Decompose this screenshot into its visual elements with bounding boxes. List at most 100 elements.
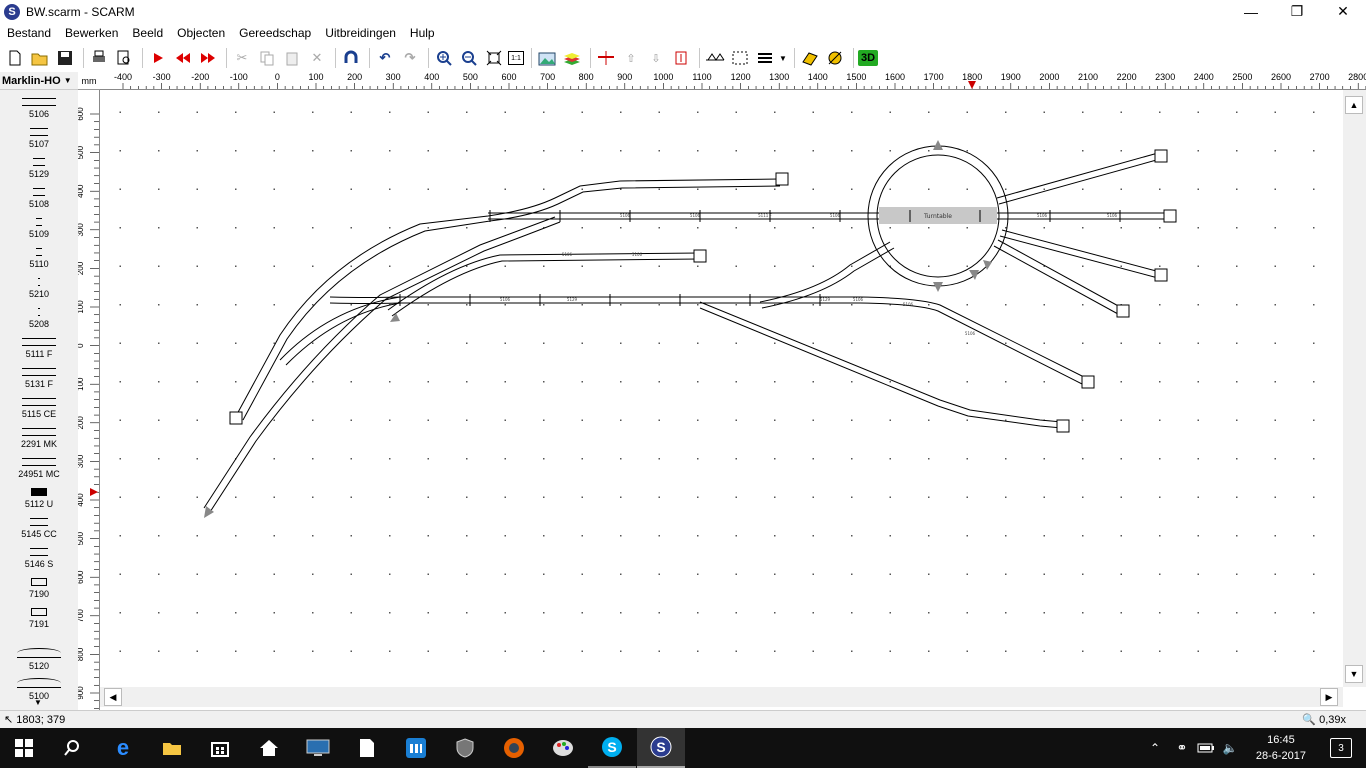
- monitor-icon[interactable]: [294, 728, 342, 768]
- volume-icon[interactable]: 🔈: [1218, 728, 1242, 768]
- store-icon[interactable]: [196, 728, 244, 768]
- horizontal-scrollbar[interactable]: ◀ ▶: [100, 687, 1343, 707]
- library-item-5129[interactable]: 5129: [0, 158, 78, 188]
- firefox-icon[interactable]: [490, 728, 538, 768]
- library-item-24951-mc[interactable]: 24951 MC: [0, 458, 78, 488]
- library-item-5110[interactable]: 5110: [0, 248, 78, 278]
- flex-track-icon[interactable]: ⇧: [620, 47, 642, 69]
- menu-bar: Bestand Bewerken Beeld Objecten Gereedsc…: [0, 23, 1366, 43]
- library-item-5120[interactable]: 5120: [0, 648, 78, 678]
- rewind-icon[interactable]: [172, 47, 194, 69]
- library-item-5108[interactable]: 5108: [0, 188, 78, 218]
- minimize-button[interactable]: —: [1228, 0, 1274, 23]
- library-item-2291-mk[interactable]: 2291 MK: [0, 428, 78, 458]
- 3d-view-icon[interactable]: 3D: [858, 50, 878, 66]
- scroll-down-button[interactable]: ▼: [1345, 665, 1363, 683]
- list-icon[interactable]: [754, 47, 776, 69]
- menu-objecten[interactable]: Objecten: [170, 26, 232, 40]
- copy-icon[interactable]: [256, 47, 278, 69]
- zoom-1to1-icon[interactable]: 1:1: [508, 51, 524, 65]
- print-icon[interactable]: [88, 47, 110, 69]
- maxthon-icon[interactable]: [392, 728, 440, 768]
- paste-icon[interactable]: [281, 47, 303, 69]
- layers-icon[interactable]: [561, 47, 583, 69]
- scroll-left-button[interactable]: ◀: [104, 688, 122, 706]
- library-item-label: 5110: [29, 259, 49, 269]
- undo-icon[interactable]: ↶: [374, 47, 396, 69]
- library-item-7190[interactable]: 7190: [0, 578, 78, 608]
- scarm-icon[interactable]: S: [637, 728, 685, 768]
- library-item-5115-ce[interactable]: 5115 CE: [0, 398, 78, 428]
- document-icon[interactable]: [343, 728, 391, 768]
- menu-hulp[interactable]: Hulp: [403, 26, 442, 40]
- delete-icon[interactable]: ✕: [306, 47, 328, 69]
- track-end-arrow: [933, 140, 943, 150]
- skype-icon[interactable]: S: [588, 728, 636, 768]
- open-icon[interactable]: [29, 47, 51, 69]
- print-preview-icon[interactable]: [113, 47, 135, 69]
- bridge-icon[interactable]: [704, 47, 726, 69]
- zoom-fit-icon[interactable]: [483, 47, 505, 69]
- vertical-scrollbar[interactable]: ▲ ▼: [1343, 90, 1366, 687]
- ruler-icon[interactable]: [824, 47, 846, 69]
- play-icon[interactable]: [147, 47, 169, 69]
- library-item-5106[interactable]: 5106: [0, 98, 78, 128]
- library-item-5146-s[interactable]: 5146 S: [0, 548, 78, 578]
- menu-gereedschap[interactable]: Gereedschap: [232, 26, 318, 40]
- library-more-icon[interactable]: ▼: [34, 698, 42, 707]
- close-button[interactable]: ✕: [1320, 0, 1366, 23]
- scroll-right-button[interactable]: ▶: [1320, 688, 1338, 706]
- zoom-out-icon[interactable]: [458, 47, 480, 69]
- tunnel-icon[interactable]: [729, 47, 751, 69]
- cut-icon[interactable]: ✂: [231, 47, 253, 69]
- save-icon[interactable]: [54, 47, 76, 69]
- show-hidden-icons-icon[interactable]: ⌃: [1140, 728, 1170, 768]
- library-item-5107[interactable]: 5107: [0, 128, 78, 158]
- notification-center-icon[interactable]: 3: [1330, 738, 1352, 758]
- system-clock[interactable]: 16:45 28-6-2017: [1256, 732, 1306, 764]
- library-item-5145-cc[interactable]: 5145 CC: [0, 518, 78, 548]
- ruler-tick-label: 300: [78, 223, 85, 237]
- forward-icon[interactable]: [197, 47, 219, 69]
- paint-icon[interactable]: [539, 728, 587, 768]
- ruler-tick-label: 2700: [1310, 72, 1330, 82]
- library-selector[interactable]: Marklin-HO ▼: [0, 72, 78, 90]
- battery-icon[interactable]: [1194, 728, 1218, 768]
- track-piece-icon: [22, 398, 56, 406]
- ruler-tick-label: 2100: [1078, 72, 1098, 82]
- library-item-7191[interactable]: 7191: [0, 608, 78, 638]
- menu-bewerken[interactable]: Bewerken: [58, 26, 125, 40]
- buffer-stop: [1163, 209, 1177, 223]
- scroll-up-button[interactable]: ▲: [1345, 96, 1363, 114]
- maximize-button[interactable]: ❐: [1274, 0, 1320, 23]
- network-icon[interactable]: ⚭: [1170, 728, 1194, 768]
- track-height-icon[interactable]: [595, 47, 617, 69]
- measure-icon[interactable]: [799, 47, 821, 69]
- library-item-5112-u[interactable]: 5112 U: [0, 488, 78, 518]
- zoom-in-icon[interactable]: [433, 47, 455, 69]
- library-item-5131-f[interactable]: 5131 F: [0, 368, 78, 398]
- redo-icon[interactable]: ↷: [399, 47, 421, 69]
- menu-bestand[interactable]: Bestand: [0, 26, 58, 40]
- label-icon[interactable]: [670, 47, 692, 69]
- layout-canvas[interactable]: Turntable 5106 5106 5111 F 5106 5106 5106 5106…: [100, 90, 1343, 687]
- start-icon[interactable]: [0, 728, 48, 768]
- library-item-5109[interactable]: 5109: [0, 218, 78, 248]
- dropdown-icon[interactable]: ▼: [779, 47, 787, 69]
- search-icon[interactable]: [48, 728, 96, 768]
- background-image-icon[interactable]: [536, 47, 558, 69]
- menu-uitbreidingen[interactable]: Uitbreidingen: [318, 26, 403, 40]
- new-icon[interactable]: [4, 47, 26, 69]
- shield-icon[interactable]: [441, 728, 489, 768]
- edge-icon[interactable]: e: [99, 728, 147, 768]
- ruler-tick-label: 2600: [1271, 72, 1291, 82]
- library-item-5208[interactable]: 5208: [0, 308, 78, 338]
- home-icon[interactable]: [245, 728, 293, 768]
- track-lower-line: [329, 296, 1091, 381]
- library-item-5111-f[interactable]: 5111 F: [0, 338, 78, 368]
- menu-beeld[interactable]: Beeld: [125, 26, 170, 40]
- rotate-icon[interactable]: [340, 47, 362, 69]
- file-explorer-icon[interactable]: [148, 728, 196, 768]
- library-item-5210[interactable]: 5210: [0, 278, 78, 308]
- gradient-icon[interactable]: ⇩: [645, 47, 667, 69]
